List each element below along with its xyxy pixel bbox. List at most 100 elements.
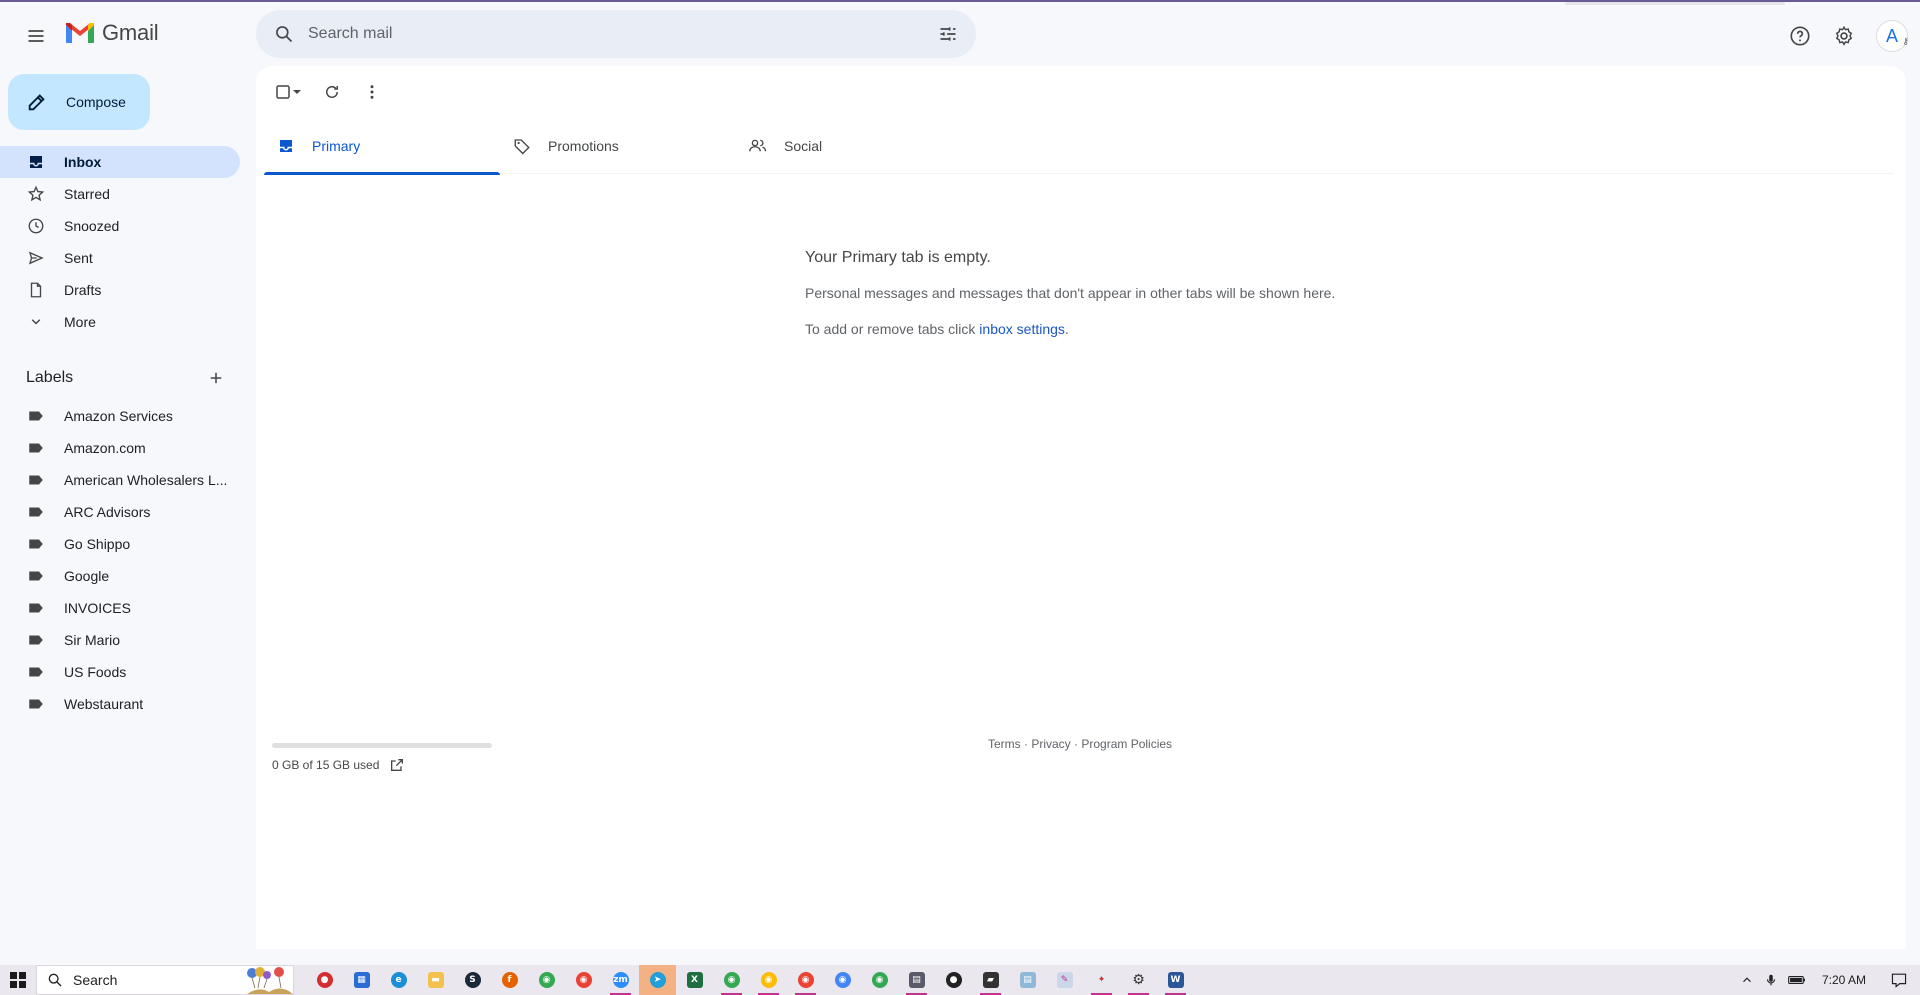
search-input[interactable] xyxy=(308,25,924,43)
taskbar-clock[interactable]: 7:20 AM xyxy=(1822,973,1866,987)
calculator-icon: ▤ xyxy=(908,972,925,988)
taskbar-app[interactable]: ➤ xyxy=(639,965,676,995)
label-item[interactable]: American Wholesalers L... xyxy=(0,464,240,496)
taskbar-app[interactable]: f xyxy=(491,965,528,995)
taskbar-app[interactable]: X xyxy=(676,965,713,995)
create-label-button[interactable] xyxy=(200,362,232,394)
storage-usage-bar xyxy=(272,743,492,748)
taskbar-app[interactable]: ● xyxy=(306,965,343,995)
refresh-button[interactable] xyxy=(312,72,352,112)
sidebar-item-drafts[interactable]: Drafts xyxy=(0,274,240,306)
more-options-button[interactable] xyxy=(352,72,392,112)
label-item[interactable]: Sir Mario xyxy=(0,624,240,656)
label-item[interactable]: INVOICES xyxy=(0,592,240,624)
compose-button[interactable]: Compose xyxy=(8,74,150,130)
microphone-icon[interactable] xyxy=(1764,973,1778,987)
taskbar-app[interactable]: W xyxy=(1157,965,1194,995)
sidebar-item-sent[interactable]: Sent xyxy=(0,242,240,274)
taskbar-app[interactable]: ● xyxy=(935,965,972,995)
privacy-link[interactable]: Privacy xyxy=(1031,737,1070,751)
tab-social[interactable]: Social xyxy=(736,118,972,174)
label-icon xyxy=(29,699,43,709)
taskbar-app[interactable]: ✎ xyxy=(1046,965,1083,995)
open-in-new-icon[interactable] xyxy=(389,757,405,773)
search-button[interactable] xyxy=(260,10,308,58)
chevron-up-icon[interactable] xyxy=(1740,973,1754,987)
header-actions: A ⚷ xyxy=(1780,16,1909,56)
label-item[interactable]: Amazon.com xyxy=(0,432,240,464)
support-button[interactable] xyxy=(1780,16,1820,56)
taskbar-app[interactable]: ◉ xyxy=(528,965,565,995)
app-name: Gmail xyxy=(102,20,159,45)
label-item[interactable]: US Foods xyxy=(0,656,240,688)
caret-down-icon xyxy=(293,90,301,94)
taskbar-app[interactable]: ◉ xyxy=(750,965,787,995)
taskbar-app[interactable]: ▦ xyxy=(343,965,380,995)
search-options-button[interactable] xyxy=(924,10,972,58)
label-item[interactable]: Amazon Services xyxy=(0,400,240,432)
footer-separator: · xyxy=(1070,737,1082,751)
sidebar-nav: Inbox Starred Snoozed Sent Drafts More xyxy=(0,146,240,338)
empty-state-description: Personal messages and messages that don'… xyxy=(805,285,1336,301)
taskbar-apps: ● ▦ e ▬ S f ◉ ◉ zm ➤ X ◉ ◉ ◉ ◉ ◉ ▤ ● ▰ ▤… xyxy=(306,965,1194,995)
gear-icon xyxy=(1835,25,1853,46)
label-item[interactable]: Google xyxy=(0,560,240,592)
send-icon xyxy=(28,251,44,265)
main-menu-button[interactable] xyxy=(16,16,56,56)
key-icon: ⚷ xyxy=(1902,36,1909,46)
start-button[interactable] xyxy=(0,965,36,995)
taskbar-app[interactable]: ◉ xyxy=(787,965,824,995)
label-icon xyxy=(29,411,43,421)
label-name: INVOICES xyxy=(64,600,131,616)
taskbar-app[interactable]: ▬ xyxy=(417,965,454,995)
taskbar-app[interactable]: ◉ xyxy=(861,965,898,995)
chevron-down-icon xyxy=(31,319,41,325)
taskbar-search-box[interactable]: Search xyxy=(36,965,294,995)
battery-icon[interactable] xyxy=(1788,973,1806,987)
taskbar-search-label: Search xyxy=(73,972,118,988)
inbox-tab-icon xyxy=(280,140,292,152)
label-icon xyxy=(29,635,43,645)
tab-primary[interactable]: Primary xyxy=(264,118,500,175)
sidebar-item-inbox[interactable]: Inbox xyxy=(0,146,240,178)
taskbar-app[interactable]: e xyxy=(380,965,417,995)
sidebar-item-more[interactable]: More xyxy=(0,306,240,338)
footer-links: Terms · Privacy · Program Policies xyxy=(988,737,1172,751)
account-avatar[interactable]: A ⚷ xyxy=(1876,20,1909,52)
taskbar-app[interactable]: zm xyxy=(602,965,639,995)
notification-icon[interactable] xyxy=(1890,972,1908,988)
terms-link[interactable]: Terms xyxy=(988,737,1021,751)
label-icon xyxy=(29,667,43,677)
taskbar-app[interactable]: ▤ xyxy=(898,965,935,995)
draft-icon xyxy=(30,282,42,298)
inbox-settings-link[interactable]: inbox settings xyxy=(979,321,1065,337)
label-icon xyxy=(29,475,43,485)
select-all-checkbox[interactable] xyxy=(264,72,312,112)
taskbar-app[interactable]: ▤ xyxy=(1009,965,1046,995)
sidebar-item-snoozed[interactable]: Snoozed xyxy=(0,210,240,242)
program-policies-link[interactable]: Program Policies xyxy=(1081,737,1172,751)
label-item[interactable]: Webstaurant xyxy=(0,688,240,720)
taskbar-app[interactable]: ⚙ xyxy=(1120,965,1157,995)
search-icon xyxy=(276,26,293,43)
taskbar-app[interactable]: ◉ xyxy=(565,965,602,995)
tab-label: Primary xyxy=(312,138,361,154)
label-item[interactable]: Go Shippo xyxy=(0,528,240,560)
taskbar-app[interactable]: ◉ xyxy=(713,965,750,995)
store-icon: ▦ xyxy=(353,972,370,988)
label-name: Go Shippo xyxy=(64,536,131,552)
gmail-logo[interactable]: Gmail xyxy=(64,20,159,46)
settings-button[interactable] xyxy=(1824,16,1864,56)
more-vert-icon xyxy=(370,85,374,99)
taskbar-app[interactable]: ▰ xyxy=(972,965,1009,995)
sidebar-item-starred[interactable]: Starred xyxy=(0,178,240,210)
label-name: Amazon Services xyxy=(64,408,173,424)
gmail-header: Gmail A ⚷ xyxy=(0,2,1920,66)
taskbar-app[interactable]: ◉ xyxy=(824,965,861,995)
label-item[interactable]: ARC Advisors xyxy=(0,496,240,528)
taskbar-app[interactable]: ✦ xyxy=(1083,965,1120,995)
taskbar-app[interactable]: S xyxy=(454,965,491,995)
label-name: Google xyxy=(64,568,110,584)
tab-label: Promotions xyxy=(548,138,619,154)
tab-promotions[interactable]: Promotions xyxy=(500,118,736,174)
